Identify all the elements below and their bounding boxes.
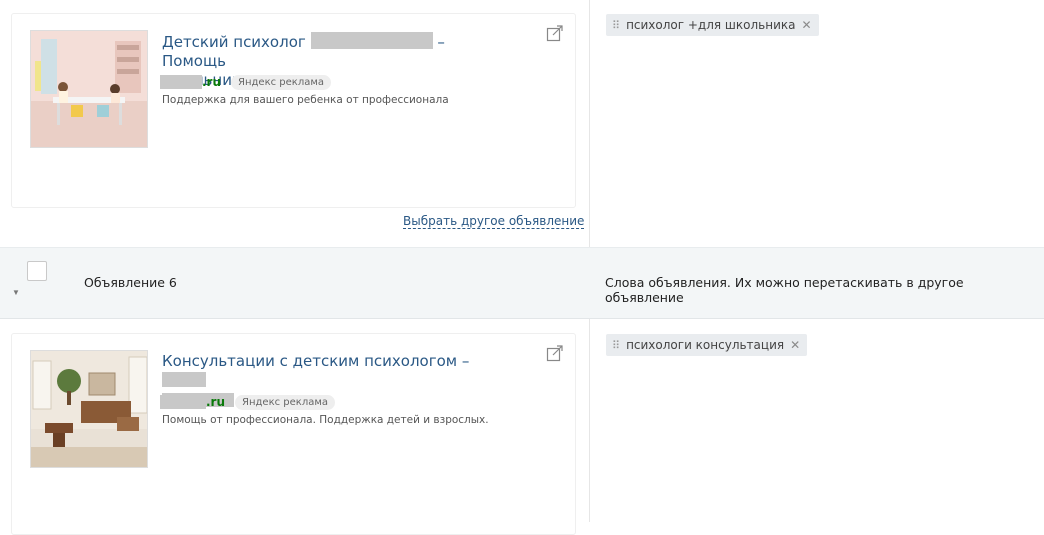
keyword-chip[interactable]: ⠿ психологи консультация ✕: [606, 334, 808, 356]
ad-domain: .ru: [202, 75, 222, 89]
ad-preview-card: Детский психолог – Помощь школьникам .ru…: [11, 13, 576, 208]
select-ad-checkbox[interactable]: [27, 261, 47, 281]
drag-handle-icon[interactable]: ⠿: [612, 339, 620, 352]
column-divider: [589, 0, 590, 247]
column-divider: [589, 318, 590, 522]
ad-domain-row: .ru Яндекс реклама: [160, 74, 332, 90]
redacted-block: [310, 32, 433, 49]
ad-preview-card: Консультации с детским психологом – .ru …: [11, 333, 576, 535]
keyword-text: психолог +для школьника: [626, 18, 796, 32]
redacted-block: [162, 372, 206, 387]
keywords-hint: Слова объявления. Их можно перетаскивать…: [605, 275, 964, 305]
drag-handle-icon[interactable]: ⠿: [612, 19, 620, 32]
edit-external-icon[interactable]: [546, 344, 564, 362]
ad-domain: .ru: [206, 395, 226, 409]
ad-source-badge: Яндекс реклама: [235, 394, 336, 410]
redacted-block: [160, 75, 202, 89]
ad-source-badge: Яндекс реклама: [231, 74, 332, 90]
ad-image: [30, 350, 148, 468]
ad-description: Поддержка для вашего ребенка от професси…: [162, 94, 449, 106]
ad-image: [30, 30, 148, 148]
ad-group-title: Объявление 6: [84, 275, 177, 290]
redacted-block: [160, 395, 206, 409]
keyword-text: психологи консультация: [626, 338, 785, 352]
ad-domain-row: .ru Яндекс реклама: [160, 394, 336, 410]
ad-description: Помощь от профессионала. Поддержка детей…: [162, 414, 489, 426]
choose-other-ad-link[interactable]: Выбрать другое объявление: [403, 214, 585, 229]
edit-external-icon[interactable]: [546, 24, 564, 42]
keyword-chip[interactable]: ⠿ психолог +для школьника ✕: [606, 14, 819, 36]
caret-down-icon[interactable]: ▼: [12, 288, 20, 297]
close-icon[interactable]: ✕: [802, 18, 812, 32]
close-icon[interactable]: ✕: [790, 338, 800, 352]
